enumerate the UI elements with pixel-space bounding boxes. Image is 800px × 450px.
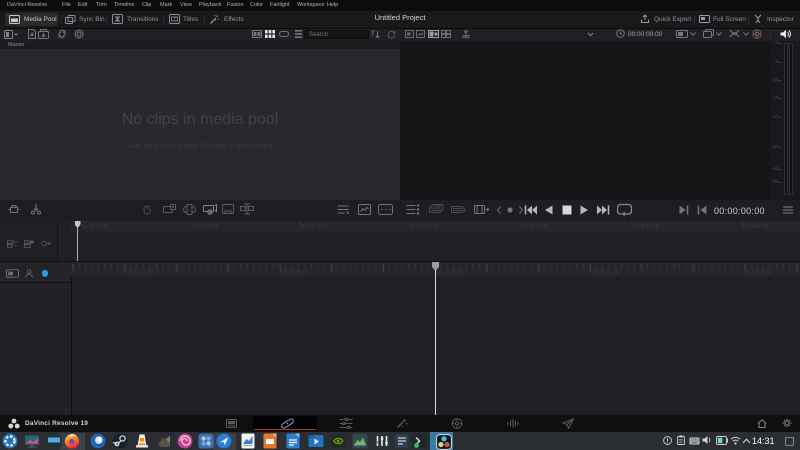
- svg-text:T: T: [173, 17, 176, 22]
